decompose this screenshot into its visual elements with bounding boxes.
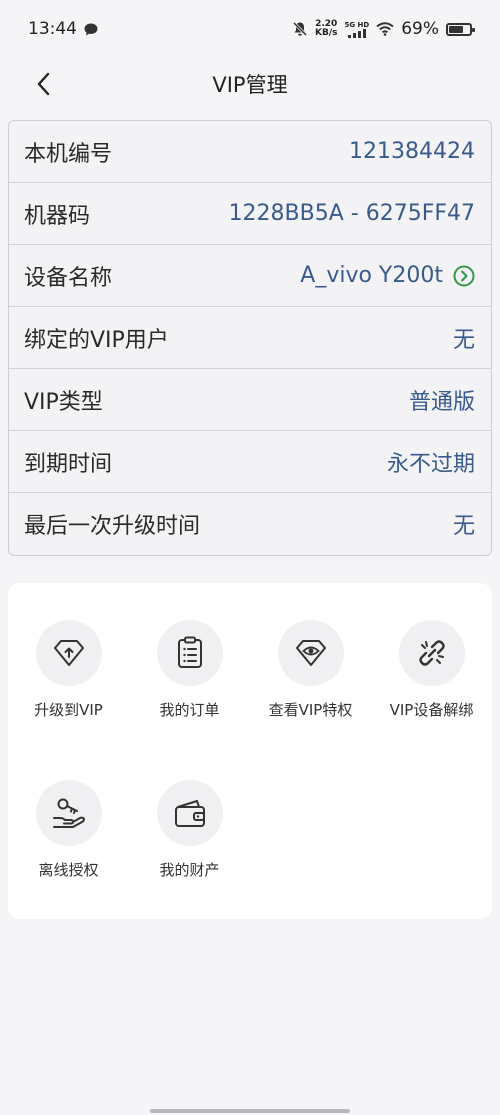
info-row-vip-type: VIP类型 普通版: [9, 369, 491, 431]
info-row-last-upgrade: 最后一次升级时间 无: [9, 493, 491, 555]
status-time: 13:44: [28, 19, 77, 39]
clipboard-list-icon: [177, 636, 202, 668]
info-value[interactable]: A_vivo Y200t: [300, 263, 475, 288]
info-label: 最后一次升级时间: [24, 514, 201, 539]
device-info-card: 本机编号 121384424 机器码 1228BB5A - 6275FF47 设…: [8, 120, 492, 556]
menu-icon-bg: [398, 620, 465, 686]
chevron-right-circle-icon[interactable]: [453, 265, 475, 287]
info-value: 1228BB5A - 6275FF47: [229, 201, 475, 226]
expiry-value: 永不过期: [386, 451, 475, 477]
info-value: 普通版: [409, 384, 475, 416]
info-row-device-name[interactable]: 设备名称 A_vivo Y200t: [9, 245, 491, 307]
info-label: 设备名称: [24, 265, 113, 291]
menu-icon-bg: [35, 620, 102, 686]
battery-fill: [449, 25, 463, 33]
menu-icon-bg: [277, 620, 344, 686]
wifi-icon: [376, 22, 394, 36]
diamond-upgrade-icon: [53, 640, 84, 666]
battery-percent: 69%: [401, 19, 439, 39]
menu-icon-bg: [156, 620, 223, 686]
network-type: 5G HD: [344, 20, 370, 29]
signal-group: 5G HD: [344, 21, 369, 38]
menu-label: 升级到VIP: [34, 701, 103, 719]
menu-item-my-assets[interactable]: 我的财产: [129, 780, 250, 940]
net-speed-unit: KB/s: [314, 28, 338, 38]
menu-item-upgrade-vip[interactable]: 升级到VIP: [8, 620, 129, 780]
status-bar: 13:44 2.20 KB/s 5G HD 69%: [0, 0, 500, 58]
menu-icon-bg: [35, 780, 102, 846]
mute-bell-icon: [292, 21, 308, 37]
menu-item-vip-unbind[interactable]: VIP设备解绑: [371, 620, 492, 780]
device-number-value: 121384424: [349, 139, 475, 164]
wallet-icon: [174, 800, 205, 827]
info-row-device-number: 本机编号 121384424: [9, 121, 491, 183]
menu-item-vip-privileges[interactable]: 查看VIP特权: [250, 620, 371, 780]
info-value: 121384424: [349, 139, 475, 164]
machine-code-value: 1228BB5A - 6275FF47: [228, 201, 475, 226]
menu-item-my-orders[interactable]: 我的订单: [129, 620, 250, 780]
home-indicator[interactable]: [150, 1109, 350, 1113]
net-speed: 2.20 KB/s: [315, 20, 337, 38]
last-upgrade-value: 无: [452, 514, 475, 539]
info-label: 绑定的VIP用户: [24, 327, 169, 353]
menu-label: 离线授权: [38, 861, 99, 879]
diamond-eye-icon: [295, 640, 326, 666]
info-value: 无: [453, 508, 475, 540]
chevron-left-icon: [37, 72, 50, 96]
bound-vip-user-value: 无: [452, 327, 475, 353]
nav-bar: VIP管理: [0, 58, 500, 110]
info-label: 到期时间: [24, 451, 113, 477]
device-name-value: A_vivo Y200t: [300, 263, 443, 288]
info-row-expiry: 到期时间 永不过期: [9, 431, 491, 493]
key-hand-icon: [52, 798, 85, 828]
info-label: VIP类型: [24, 389, 103, 415]
vip-menu-grid: 升级到VIP 我的订单 查看VIP特权 VIP设备解绑 离线授权 我的财产: [8, 583, 492, 919]
page-title: VIP管理: [212, 73, 288, 97]
menu-icon-bg: [156, 780, 223, 846]
info-row-bound-vip-user: 绑定的VIP用户 无: [9, 307, 491, 369]
menu-label: 我的订单: [159, 701, 220, 719]
signal-bars-icon: [347, 28, 366, 38]
battery-icon: [446, 22, 475, 36]
menu-label: 查看VIP特权: [268, 701, 353, 719]
info-label: 本机编号: [24, 141, 113, 167]
vip-type-value: 普通版: [408, 389, 475, 415]
info-label: 机器码: [24, 203, 91, 229]
info-value: 无: [453, 322, 475, 354]
unlink-icon: [418, 640, 445, 666]
chat-bubble-icon: [84, 23, 98, 35]
info-value: 永不过期: [387, 446, 475, 478]
menu-label: 我的财产: [159, 861, 220, 879]
back-button[interactable]: [26, 66, 62, 102]
info-row-machine-code: 机器码 1228BB5A - 6275FF47: [9, 183, 491, 245]
menu-item-offline-auth[interactable]: 离线授权: [8, 780, 129, 940]
menu-label: VIP设备解绑: [389, 701, 474, 719]
